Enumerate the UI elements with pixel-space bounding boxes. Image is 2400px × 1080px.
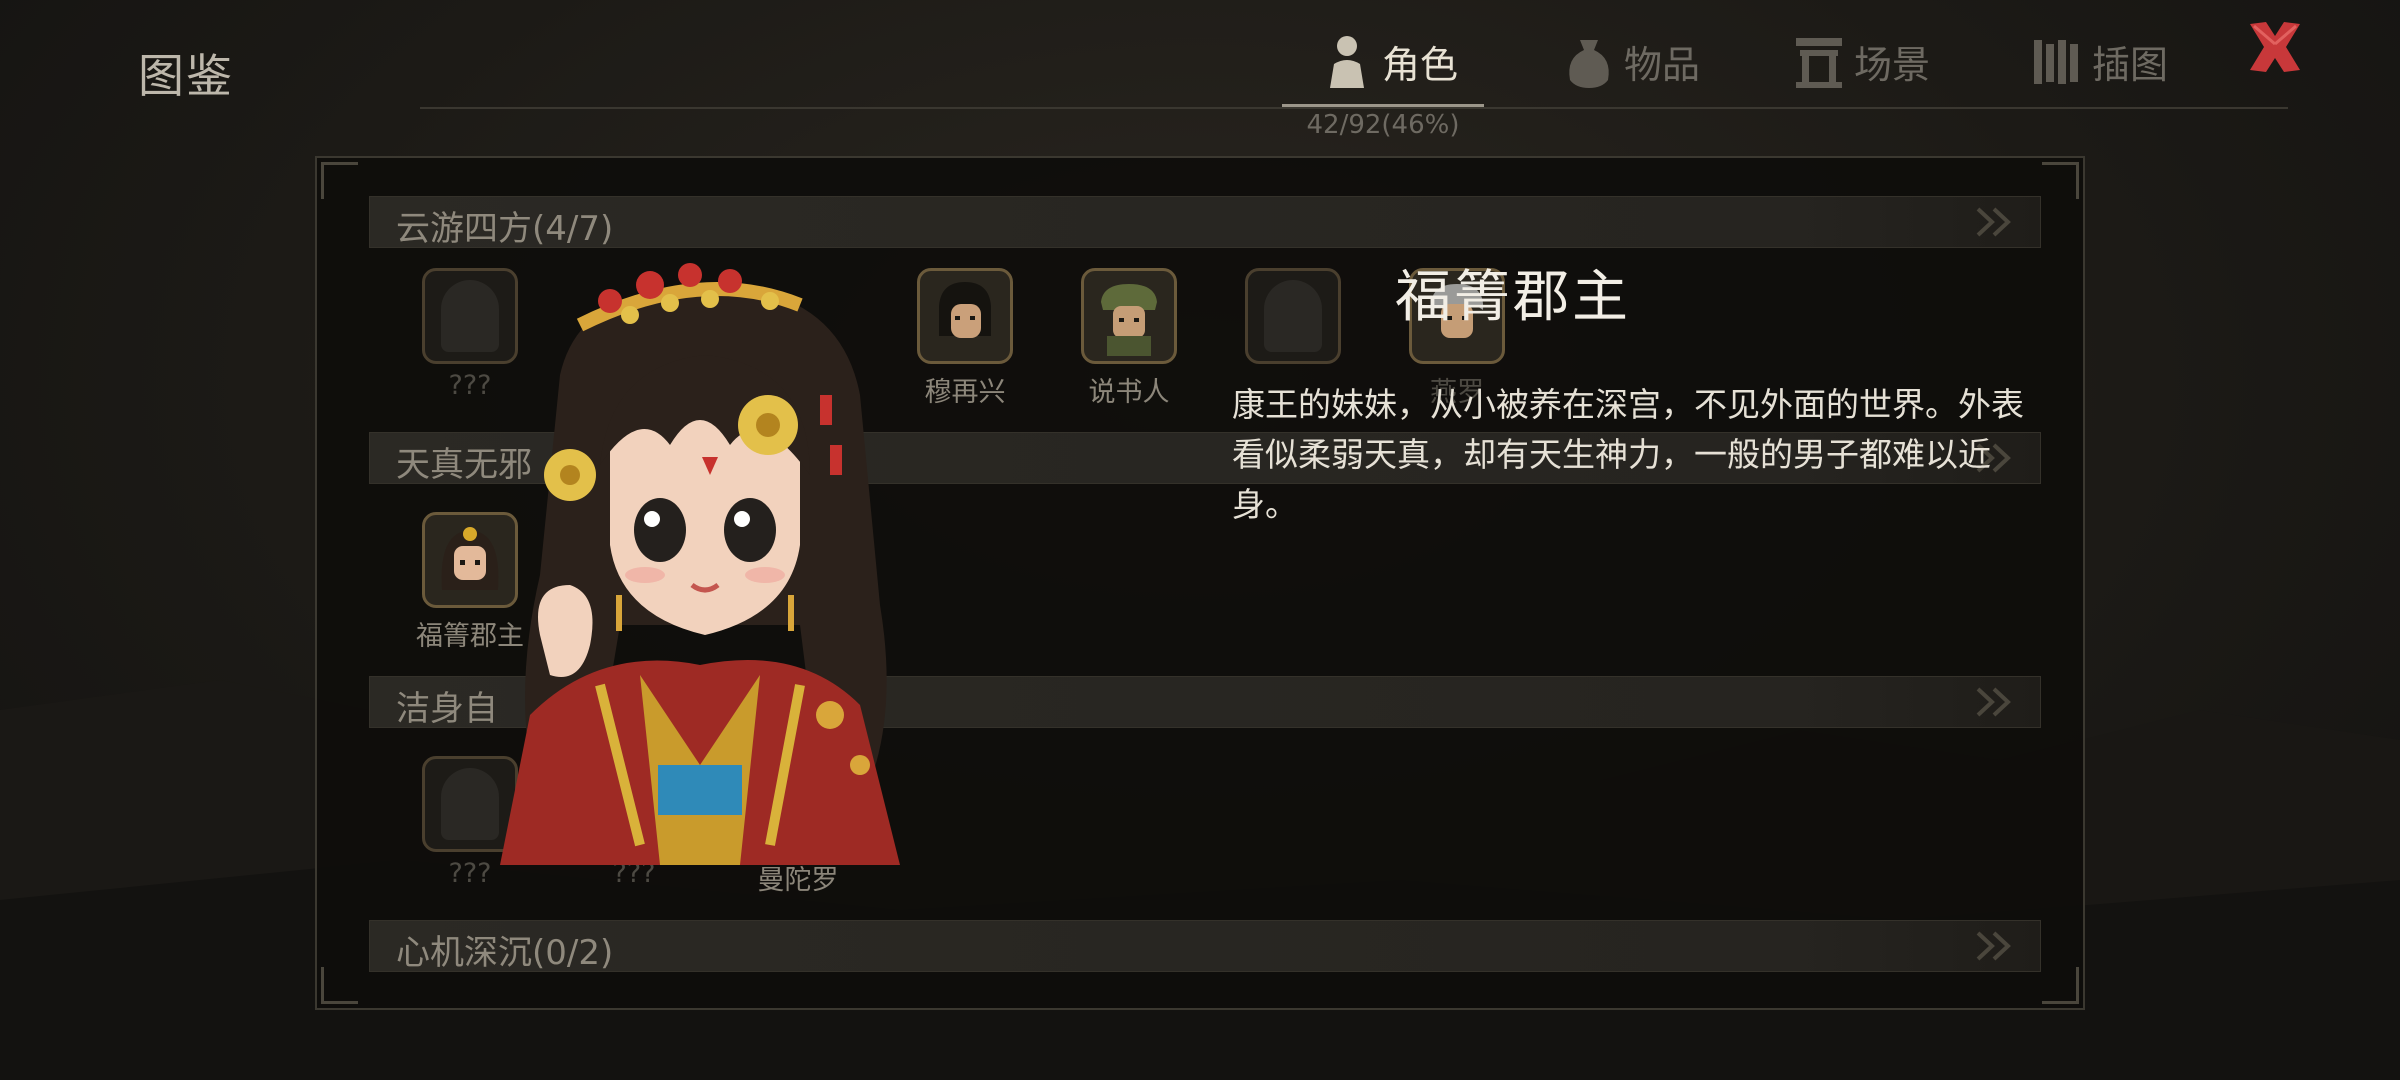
double-chevron-right-icon — [1976, 931, 2011, 961]
tab-illustrations[interactable]: 插图 — [2030, 18, 2168, 104]
tab-label: 场景 — [1854, 42, 1931, 87]
tab-label: 插图 — [2092, 42, 2169, 87]
collection-progress: 42/92(46%) — [1306, 110, 1460, 140]
panel-corner — [321, 967, 358, 1004]
section-title: 云游四方(4/7) — [396, 209, 614, 249]
character-frame — [1245, 268, 1341, 364]
section-title: 心机深沉(0/2) — [396, 933, 614, 973]
tab-scenes[interactable]: 场景 — [1792, 18, 1930, 104]
section-header-scheming[interactable]: 心机深沉(0/2) — [369, 920, 2041, 973]
tab-label: 物品 — [1624, 42, 1701, 87]
selected-character-description: 康王的妹妹，从小被养在深宫，不见外面的世界。外表看似柔弱天真，却有天生神力，一般… — [1232, 385, 2024, 524]
scene-gate-icon — [1796, 38, 1842, 88]
character-frame — [1081, 268, 1177, 364]
tab-label: 角色 — [1382, 42, 1459, 87]
unknown-silhouette — [1264, 280, 1322, 352]
section-header-wandering[interactable]: 云游四方(4/7) — [369, 196, 2041, 249]
character-slot[interactable]: 说书人 — [1069, 268, 1189, 409]
double-chevron-right-icon — [1976, 687, 2011, 717]
category-tabs: 角色 物品 场景 插图 — [1320, 18, 2300, 108]
character-icon — [1330, 36, 1364, 88]
character-portrait-icon — [1101, 284, 1157, 356]
panel-corner — [2042, 967, 2079, 1004]
panel-corner — [2042, 162, 2079, 199]
selected-character-name: 福箐郡主 — [1395, 265, 1631, 330]
page-title: 图鉴 — [138, 49, 234, 103]
illustration-scroll-icon — [2034, 40, 2078, 84]
active-tab-indicator — [1282, 104, 1484, 107]
character-slot[interactable] — [1233, 268, 1353, 370]
close-icon[interactable] — [2242, 14, 2308, 80]
double-chevron-right-icon — [1976, 207, 2011, 237]
tab-items[interactable]: 物品 — [1562, 18, 1700, 104]
item-bag-icon — [1569, 40, 1609, 88]
tab-character[interactable]: 角色 — [1320, 18, 1458, 104]
character-name: 说书人 — [1088, 377, 1170, 408]
character-portrait-large — [500, 263, 900, 865]
tab-divider — [420, 107, 2288, 109]
panel-corner — [321, 162, 358, 199]
